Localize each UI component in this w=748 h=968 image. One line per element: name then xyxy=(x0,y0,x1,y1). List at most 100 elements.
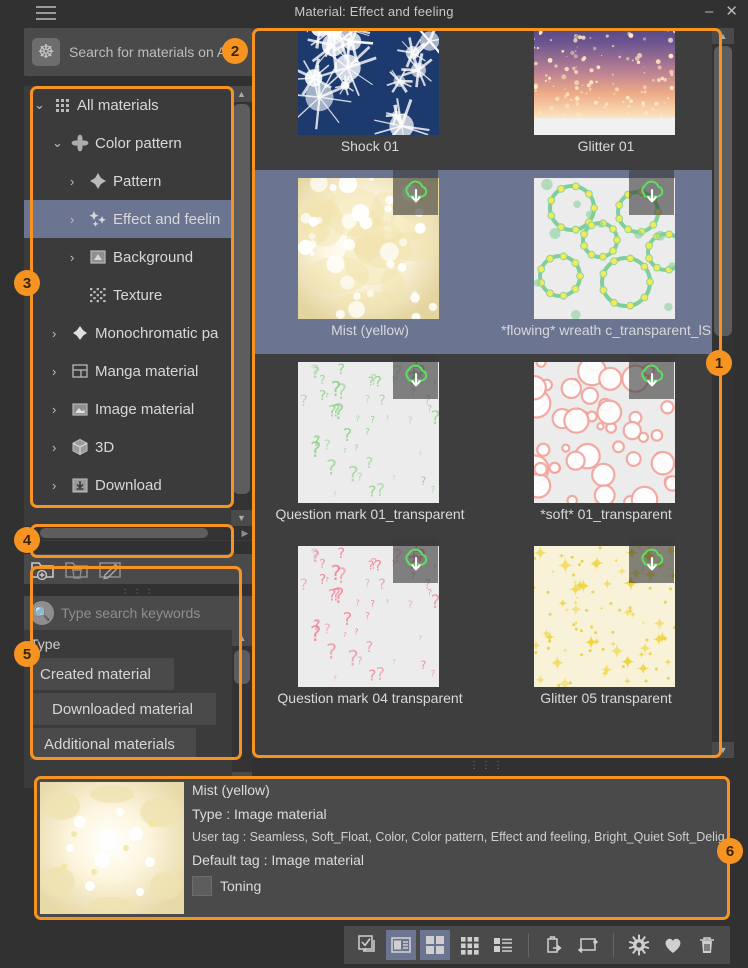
trash-icon[interactable] xyxy=(692,930,722,960)
material-palette-window: Material: Effect and feeling – ✕ ☸ Searc… xyxy=(0,0,748,968)
tree-item-all-materials[interactable]: ⌄ All materials xyxy=(24,86,231,124)
material-item-label: *soft* 01_transparent xyxy=(540,506,672,522)
left-column: ☸ Search for materials on AS ⌄ All materi… xyxy=(24,28,252,788)
tree-item-label: Image material xyxy=(95,400,195,418)
svg-text:?: ? xyxy=(431,486,436,496)
filter-item-downloaded-material[interactable]: Downloaded material xyxy=(30,693,216,725)
detail-thumbnail xyxy=(40,782,184,914)
filter-scroll-thumb[interactable] xyxy=(234,650,250,684)
material-tree[interactable]: ⌄ All materials ⌄ Color pattern › Pattern › Eff… xyxy=(24,86,231,526)
tree-item-image-material[interactable]: › Image material xyxy=(24,390,231,428)
chevron-right-icon[interactable]: › xyxy=(52,402,70,417)
chevron-right-icon[interactable]: › xyxy=(52,364,70,379)
chevron-right-icon[interactable]: › xyxy=(52,326,70,341)
tree-scroll-right-arrow[interactable]: ▶ xyxy=(238,526,252,540)
search-input[interactable]: 🔍 Type search keywords xyxy=(24,596,252,630)
tree-item-label: Manga material xyxy=(95,362,199,380)
material-item-label: Question mark 01_transparent xyxy=(275,506,465,522)
close-button[interactable]: ✕ xyxy=(725,4,738,19)
tree-item-label: Color pattern xyxy=(95,134,182,152)
large-thumb-icon[interactable] xyxy=(420,930,450,960)
tree-horizontal-scrollbar[interactable]: ◀ ▶ xyxy=(24,526,252,540)
material-item[interactable]: Shock 01 xyxy=(252,28,488,170)
paste-to-canvas-icon[interactable] xyxy=(539,930,569,960)
rename-folder-icon[interactable] xyxy=(98,558,124,580)
gear-icon[interactable] xyxy=(624,930,654,960)
chevron-down-icon[interactable]: ⌄ xyxy=(34,97,52,113)
tree-item-label: Effect and feelin xyxy=(113,210,221,228)
tree-item-effect-and-feelin[interactable]: › Effect and feelin xyxy=(24,200,231,238)
tree-scroll-up-arrow[interactable]: ▲ xyxy=(231,86,252,102)
grid-vertical-scrollbar[interactable]: ▲ ▼ xyxy=(712,28,734,758)
grid-scroll-up-arrow[interactable]: ▲ xyxy=(712,28,734,44)
new-folder-icon[interactable] xyxy=(30,558,56,580)
chevron-right-icon[interactable]: › xyxy=(52,478,70,493)
delete-folder-icon[interactable] xyxy=(64,558,90,580)
heart-icon[interactable] xyxy=(658,930,688,960)
tree-vertical-scrollbar[interactable]: ▲ ▼ xyxy=(231,86,252,526)
material-item-label: Question mark 04 transparent xyxy=(277,690,463,706)
detail-view-icon[interactable] xyxy=(386,930,416,960)
cloud-download-icon[interactable] xyxy=(393,170,438,215)
material-item[interactable]: *soft* 01_transparent xyxy=(488,354,724,538)
toolbar-separator xyxy=(613,933,614,957)
tree-item-background[interactable]: › Background xyxy=(24,238,231,276)
material-item[interactable]: Glitter 05 transparent xyxy=(488,538,724,722)
material-item[interactable]: ????????????????????????????????????????… xyxy=(252,354,488,538)
cloud-download-icon[interactable] xyxy=(393,354,438,399)
asset-search-button[interactable]: ☸ Search for materials on AS xyxy=(24,28,252,76)
material-item[interactable]: *flowing* wreath c_transparent_lS xyxy=(488,170,724,354)
chevron-right-icon[interactable]: › xyxy=(70,212,88,227)
tree-scroll-down-arrow[interactable]: ▼ xyxy=(231,510,252,526)
toolbar-button-group xyxy=(344,926,730,964)
chevron-right-icon[interactable]: › xyxy=(70,250,88,265)
cloud-download-icon[interactable] xyxy=(629,538,674,583)
tree-item-download[interactable]: › Download xyxy=(24,466,231,504)
chevron-right-icon[interactable]: › xyxy=(52,440,70,455)
toning-checkbox[interactable] xyxy=(192,876,212,896)
minimize-button[interactable]: – xyxy=(705,4,713,19)
list-view-icon[interactable] xyxy=(488,930,518,960)
filter-group-label: Type xyxy=(30,636,61,652)
cloud-download-icon[interactable] xyxy=(629,170,674,215)
filter-item-additional-materials[interactable]: Additional materials xyxy=(30,728,196,760)
cloud-download-icon[interactable] xyxy=(629,28,674,31)
select-layers-icon[interactable] xyxy=(352,930,382,960)
svg-text:?: ? xyxy=(378,393,385,409)
tree-item-texture[interactable]: Texture xyxy=(24,276,231,314)
replace-material-icon[interactable] xyxy=(573,930,603,960)
material-item[interactable]: ????????????????????????????????????????… xyxy=(252,538,488,722)
tree-item-color-pattern[interactable]: ⌄ Color pattern xyxy=(24,124,231,162)
material-grid[interactable]: Shock 01 Glitter 01 Mist (yellow) *flowing*… xyxy=(252,28,724,716)
grid-scroll-thumb[interactable] xyxy=(714,46,732,336)
tree-item-pattern[interactable]: › Pattern xyxy=(24,162,231,200)
tree-hscroll-thumb[interactable] xyxy=(40,528,208,538)
cloud-download-icon[interactable] xyxy=(393,28,438,31)
small-thumb-icon[interactable] xyxy=(454,930,484,960)
tree-scroll-thumb[interactable] xyxy=(233,104,250,494)
material-item[interactable]: Mist (yellow) xyxy=(252,170,488,354)
svg-text:?: ? xyxy=(300,575,309,594)
chevron-down-icon[interactable]: ⌄ xyxy=(52,135,70,151)
svg-text:?: ? xyxy=(357,472,362,484)
cloud-download-icon[interactable] xyxy=(629,354,674,399)
filter-vertical-scrollbar[interactable]: ▲ ▼ xyxy=(232,630,252,788)
tree-item-manga-material[interactable]: › Manga material xyxy=(24,352,231,390)
material-item[interactable]: Glitter 01 xyxy=(488,28,724,170)
svg-text:?: ? xyxy=(355,599,360,609)
material-row: Mist (yellow) *flowing* wreath c_transpar… xyxy=(252,170,724,354)
svg-text:?: ? xyxy=(300,391,309,410)
chevron-right-icon[interactable]: › xyxy=(70,174,88,189)
grid-resize-handle[interactable]: ⋮⋮⋮ xyxy=(252,760,722,771)
svg-text:?: ? xyxy=(365,638,373,656)
tree-item-3d[interactable]: › 3D xyxy=(24,428,231,466)
cloud-download-icon[interactable] xyxy=(393,538,438,583)
svg-text:?: ? xyxy=(326,456,337,480)
tree-item-monochromatic-pa[interactable]: › Monochromatic pa xyxy=(24,314,231,352)
grid-scroll-down-arrow[interactable]: ▼ xyxy=(712,742,734,758)
material-grid-panel[interactable]: Shock 01 Glitter 01 Mist (yellow) *flowing*… xyxy=(252,28,724,758)
svg-text:?: ? xyxy=(319,373,325,387)
filter-item-created-material[interactable]: Created material xyxy=(30,658,174,690)
search-icon: 🔍 xyxy=(30,601,54,625)
filter-scroll-up-arrow[interactable]: ▲ xyxy=(232,630,252,646)
